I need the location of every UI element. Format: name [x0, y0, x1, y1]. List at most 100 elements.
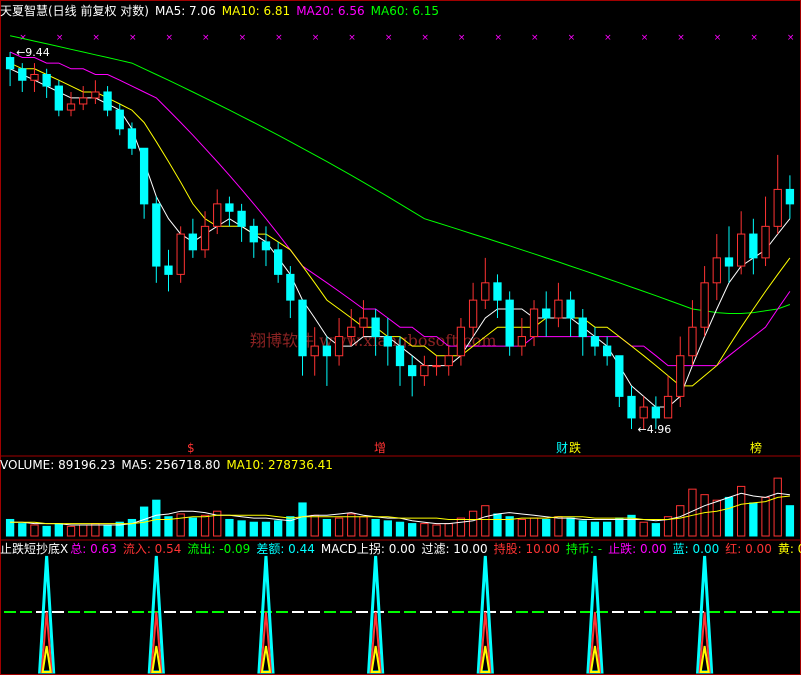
- candle-body: [749, 233, 758, 259]
- volume-bar: [615, 517, 624, 537]
- candle-body: [420, 365, 429, 377]
- candle-body: [517, 336, 527, 347]
- candle-body: [627, 395, 636, 419]
- volume-bar: [700, 494, 709, 537]
- candle-body: [164, 265, 173, 275]
- indicator-spikes: [38, 555, 714, 674]
- candle-body: [737, 233, 746, 267]
- ind-yellow: 黄: 0.00: [777, 542, 801, 556]
- candle-body: [676, 355, 685, 397]
- candles: [5, 52, 795, 430]
- candle-body: [590, 336, 600, 347]
- top-marker: ×: [348, 33, 356, 43]
- ind-stop: 止跌: 0.00: [608, 542, 667, 556]
- candle-body: [261, 241, 271, 251]
- volume-bar: [554, 516, 563, 537]
- volume-bar: [310, 514, 319, 537]
- top-marker: ×: [165, 33, 173, 43]
- candle-body: [249, 225, 258, 243]
- volume-bar: [298, 502, 307, 537]
- volume-value: VOLUME: 89196.23: [0, 458, 116, 472]
- candle-body: [347, 326, 356, 338]
- top-marker: ×: [385, 33, 393, 43]
- ind-red: 红: 0.00: [725, 542, 772, 556]
- volume-bar: [590, 521, 600, 537]
- candle-body: [529, 308, 539, 338]
- volume-bar: [383, 520, 392, 537]
- volume-bar: [542, 518, 551, 537]
- volume-bar: [468, 510, 478, 537]
- volume-bar: [749, 502, 758, 537]
- volume-bar: [54, 523, 63, 537]
- candle-body: [724, 257, 734, 267]
- candle-body: [712, 257, 721, 284]
- vol-ma5-value: MA5: 256718.80: [121, 458, 221, 472]
- top-marker: ×: [494, 33, 502, 43]
- volume-bar: [273, 520, 283, 537]
- volume-bar: [761, 496, 770, 537]
- volume-bar: [347, 513, 356, 537]
- candle-body: [310, 345, 319, 357]
- volume-bar: [420, 523, 429, 537]
- candle-body: [615, 355, 624, 397]
- candle-body: [334, 336, 344, 357]
- ind-macd: MACD上拐: 0.00: [320, 542, 416, 556]
- vol-ma5-line: [10, 492, 790, 526]
- top-marker: ×: [568, 33, 576, 43]
- candle-body: [66, 103, 76, 111]
- volume-bar: [676, 505, 685, 537]
- candle-body: [30, 73, 39, 81]
- candle-body: [152, 203, 161, 267]
- ma20-line: [9, 51, 791, 367]
- candle-body: [408, 365, 417, 377]
- volume-bar: [578, 520, 587, 537]
- candle-body: [286, 273, 295, 301]
- candle-body: [225, 203, 234, 212]
- ma60-line: [9, 35, 791, 314]
- candle-body: [493, 282, 502, 301]
- volume-bar: [200, 514, 210, 537]
- top-marker: ×: [129, 33, 137, 43]
- volume-bar: [517, 518, 527, 537]
- volume-bar: [249, 521, 258, 537]
- ind-filter: 过滤: 10.00: [421, 542, 488, 556]
- candle-body: [468, 299, 478, 328]
- volume-bar: [322, 518, 332, 537]
- volume-bar: [724, 496, 734, 537]
- volume-bar: [481, 505, 490, 537]
- candle-body: [639, 406, 648, 419]
- top-marker: ×: [531, 33, 539, 43]
- volume-bar: [444, 523, 453, 537]
- top-marker: ×: [92, 33, 100, 43]
- volume-bars: [5, 477, 795, 537]
- candle-body: [371, 317, 380, 338]
- candle-body: [176, 233, 185, 275]
- stock-title: 天夏智慧(日线 前复权 对数): [0, 4, 149, 18]
- candle-body: [444, 355, 453, 367]
- badge-zeng: 增: [374, 441, 387, 455]
- vol-ma10-value: MA10: 278736.41: [226, 458, 333, 472]
- volume-bar: [261, 521, 271, 537]
- candle-body: [456, 326, 466, 357]
- indicator-header: 止跌短抄底X 总: 0.63 流入: 0.54 流出: -0.09 差额: 0.44 MA…: [0, 542, 801, 556]
- top-marker: ×: [56, 33, 64, 43]
- candle-body: [542, 308, 551, 319]
- volume-bar: [152, 499, 161, 537]
- ind-cash: 持币: -: [565, 542, 603, 556]
- top-marker: ×: [750, 33, 758, 43]
- candle-body: [322, 345, 332, 357]
- volume-bar: [103, 524, 112, 537]
- candle-body: [359, 317, 368, 328]
- candle-body: [237, 210, 246, 227]
- stock-chart[interactable]: 翔博软件 www.xiangbosoft.com× × × × × × × × × × × × × × × ×…: [0, 0, 801, 675]
- ma60-value: MA60: 6.15: [370, 4, 440, 18]
- ma5-value: MA5: 7.06: [155, 4, 216, 18]
- volume-bar: [371, 518, 380, 537]
- candle-body: [91, 91, 100, 99]
- volume-bar: [334, 517, 344, 537]
- candle-body: [383, 336, 392, 347]
- candle-body: [578, 317, 587, 338]
- volume-bar: [639, 521, 648, 537]
- volume-bar: [79, 524, 88, 537]
- top-marker: ×: [458, 33, 466, 43]
